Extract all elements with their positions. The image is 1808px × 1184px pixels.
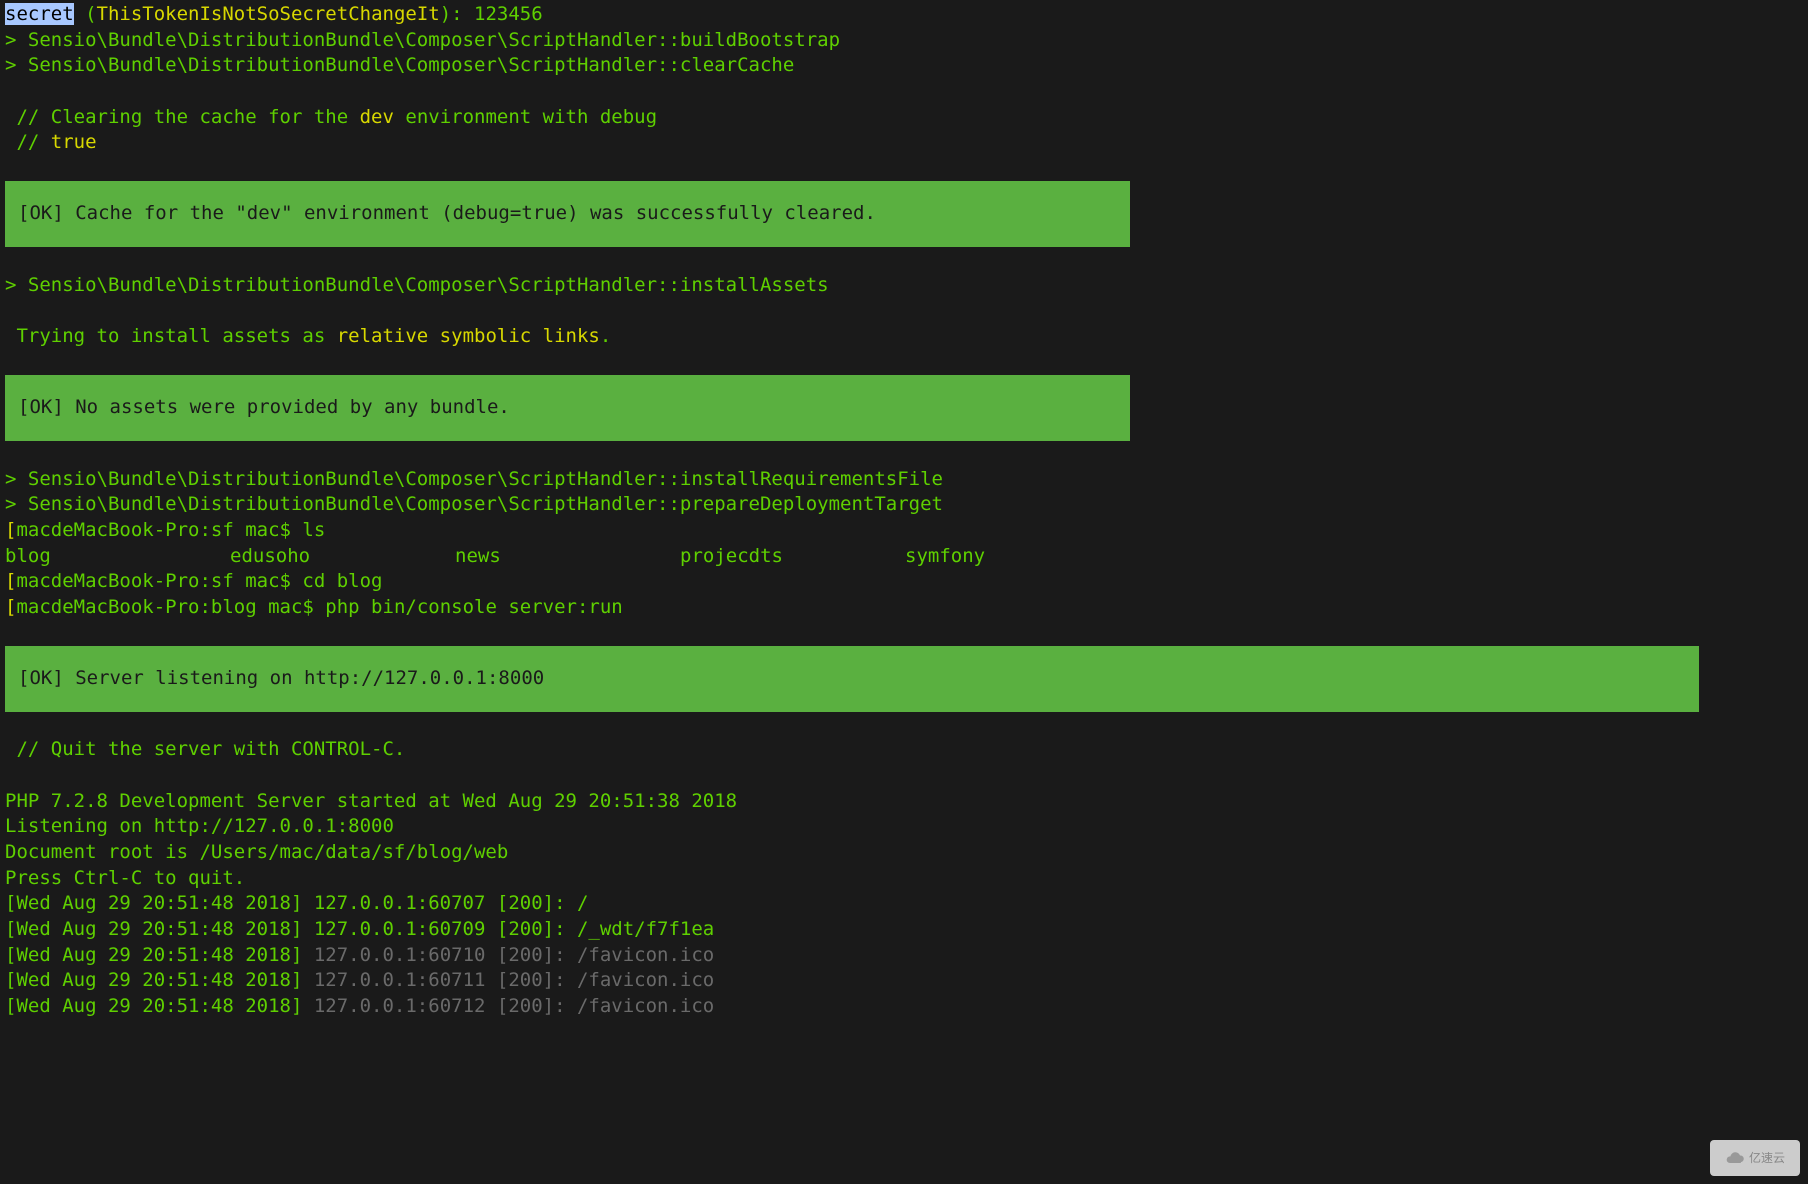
script-build-bootstrap: > Sensio\Bundle\DistributionBundle\Compo… xyxy=(0,28,1808,54)
blank-line xyxy=(0,156,1808,182)
ls-output: blogedusohonewsprojecdtssymfony xyxy=(0,544,1808,570)
secret-label: secret xyxy=(5,3,74,25)
ls-projecdts: projecdts xyxy=(680,544,905,570)
ok-no-assets: [OK] No assets were provided by any bund… xyxy=(5,375,1130,441)
script-clear-cache: > Sensio\Bundle\DistributionBundle\Compo… xyxy=(0,53,1808,79)
blank-line xyxy=(0,298,1808,324)
request-log-2: [Wed Aug 29 20:51:48 2018] 127.0.0.1:607… xyxy=(0,917,1808,943)
script-prepare-deploy: > Sensio\Bundle\DistributionBundle\Compo… xyxy=(0,492,1808,518)
trying-install-assets: Trying to install assets as relative sym… xyxy=(0,324,1808,350)
prompt-server-run[interactable]: [macdeMacBook-Pro:blog mac$ php bin/cons… xyxy=(0,595,1808,621)
ls-symfony: symfony xyxy=(905,544,985,570)
script-install-requirements: > Sensio\Bundle\DistributionBundle\Compo… xyxy=(0,467,1808,493)
blank-line xyxy=(0,79,1808,105)
quit-comment: // Quit the server with CONTROL-C. xyxy=(0,737,1808,763)
ls-edusoho: edusoho xyxy=(230,544,455,570)
blank-line xyxy=(0,441,1808,467)
request-log-5: [Wed Aug 29 20:51:48 2018] 127.0.0.1:607… xyxy=(0,994,1808,1020)
request-log-4: [Wed Aug 29 20:51:48 2018] 127.0.0.1:607… xyxy=(0,968,1808,994)
listening-on: Listening on http://127.0.0.1:8000 xyxy=(0,814,1808,840)
blank-line xyxy=(0,620,1808,646)
document-root: Document root is /Users/mac/data/sf/blog… xyxy=(0,840,1808,866)
comment-clearing-cache: // Clearing the cache for the dev enviro… xyxy=(0,105,1808,131)
request-log-1: [Wed Aug 29 20:51:48 2018] 127.0.0.1:607… xyxy=(0,891,1808,917)
ok-server-listening: [OK] Server listening on http://127.0.0.… xyxy=(5,646,1699,712)
secret-token: ThisTokenIsNotSoSecretChangeIt xyxy=(97,3,440,25)
comment-debug-true: // true xyxy=(0,130,1808,156)
press-ctrl-c: Press Ctrl-C to quit. xyxy=(0,866,1808,892)
prompt-ls[interactable]: [macdeMacBook-Pro:sf mac$ ls xyxy=(0,518,1808,544)
blank-line xyxy=(0,712,1808,738)
request-log-3: [Wed Aug 29 20:51:48 2018] 127.0.0.1:607… xyxy=(0,943,1808,969)
ls-news: news xyxy=(455,544,680,570)
php-dev-server-started: PHP 7.2.8 Development Server started at … xyxy=(0,789,1808,815)
secret-line: secret (ThisTokenIsNotSoSecretChangeIt):… xyxy=(0,2,1808,28)
script-install-assets: > Sensio\Bundle\DistributionBundle\Compo… xyxy=(0,273,1808,299)
ls-blog: blog xyxy=(5,544,230,570)
ok-cache-cleared: [OK] Cache for the "dev" environment (de… xyxy=(5,181,1130,247)
prompt-cd-blog[interactable]: [macdeMacBook-Pro:sf mac$ cd blog xyxy=(0,569,1808,595)
blank-line xyxy=(0,350,1808,376)
blank-line xyxy=(0,763,1808,789)
watermark-yisu: 亿速云 xyxy=(1710,1140,1800,1176)
blank-line xyxy=(0,247,1808,273)
cloud-icon xyxy=(1725,1148,1745,1168)
secret-value: 123456 xyxy=(474,3,543,25)
